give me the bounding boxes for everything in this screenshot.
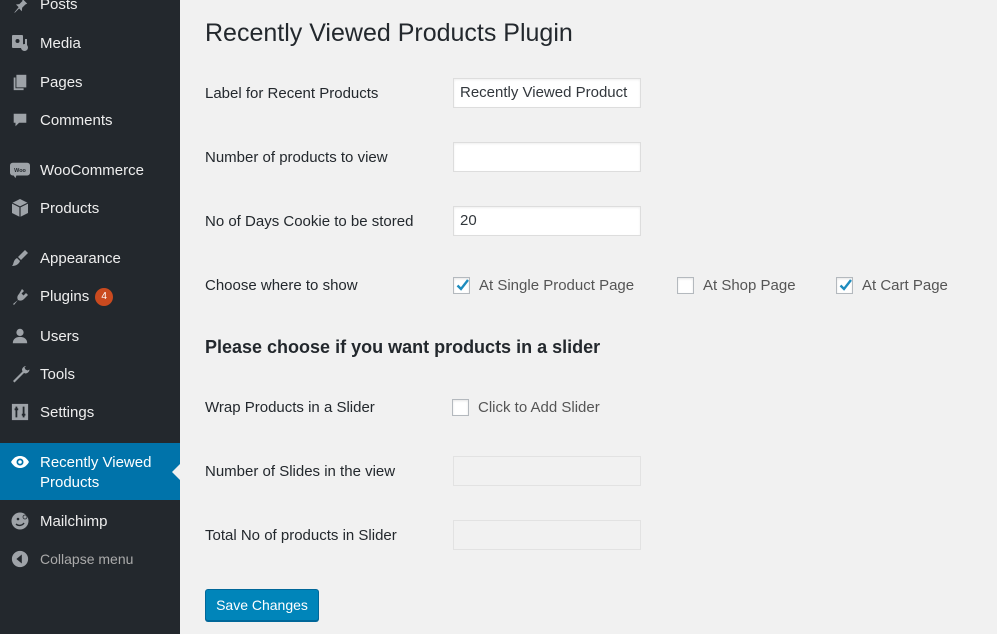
cookie-days-input[interactable]: 20: [453, 206, 641, 236]
checkbox-box[interactable]: [836, 277, 853, 294]
products-icon: [10, 198, 30, 218]
checkbox-box[interactable]: [453, 277, 470, 294]
collapse-menu-button[interactable]: Collapse menu: [0, 545, 180, 573]
num-products-label: Number of products to view: [205, 149, 388, 166]
page-title: Recently Viewed Products Plugin: [205, 19, 573, 47]
sidebar-item-settings[interactable]: Settings: [0, 398, 180, 426]
sidebar-item-label: Pages: [40, 73, 83, 91]
single-product-page-checkbox[interactable]: At Single Product Page: [453, 277, 634, 294]
sidebar-item-tools[interactable]: Tools: [0, 360, 180, 388]
eye-icon: [10, 452, 30, 472]
checkbox-box[interactable]: [677, 277, 694, 294]
cookie-days-label: No of Days Cookie to be stored: [205, 213, 414, 230]
svg-text:Woo: Woo: [14, 168, 26, 174]
where-show-label: Choose where to show: [205, 277, 358, 294]
admin-sidebar: Posts Media Pages Comments Woo WooCommer…: [0, 0, 180, 634]
checkbox-label: Click to Add Slider: [478, 399, 600, 416]
wrap-slider-label: Wrap Products in a Slider: [205, 399, 375, 416]
update-count-badge: 4: [95, 288, 114, 306]
pages-icon: [10, 72, 30, 92]
slides-in-view-input[interactable]: [453, 456, 641, 486]
sidebar-item-label: Appearance: [40, 249, 121, 267]
plugins-icon: [10, 287, 30, 307]
label-recent-products-input[interactable]: Recently Viewed Product: [453, 78, 641, 108]
settings-icon: [10, 402, 30, 422]
sidebar-item-label: WooCommerce: [40, 161, 144, 179]
shop-page-checkbox[interactable]: At Shop Page: [677, 277, 796, 294]
woocommerce-icon: Woo: [10, 160, 30, 180]
tools-icon: [10, 364, 30, 384]
total-in-slider-label: Total No of products in Slider: [205, 527, 397, 544]
checkbox-box[interactable]: [452, 399, 469, 416]
sidebar-item-label: Users: [40, 327, 80, 345]
sidebar-item-recently-viewed-products[interactable]: Recently Viewed Products: [0, 443, 180, 500]
sidebar-item-media[interactable]: Media: [0, 29, 180, 57]
checkbox-label: At Cart Page: [862, 277, 948, 294]
collapse-icon: [10, 549, 30, 569]
sidebar-item-label: Tools: [40, 365, 76, 383]
sidebar-item-label: Posts: [40, 0, 78, 13]
label-recent-products-label: Label for Recent Products: [205, 85, 379, 102]
num-products-input[interactable]: [453, 142, 641, 172]
checkmark-icon: [456, 279, 469, 291]
appearance-icon: [10, 248, 30, 268]
sidebar-item-label: Settings: [40, 403, 95, 421]
cart-page-checkbox[interactable]: At Cart Page: [836, 277, 948, 294]
checkbox-label: At Shop Page: [703, 277, 796, 294]
checkbox-label: At Single Product Page: [479, 277, 635, 294]
slider-section-heading: Please choose if you want products in a …: [205, 337, 601, 357]
sidebar-item-appearance[interactable]: Appearance: [0, 244, 180, 272]
save-changes-button[interactable]: Save Changes: [205, 589, 319, 621]
sidebar-item-label: Plugins 4: [40, 288, 114, 306]
sidebar-item-mailchimp[interactable]: Mailchimp: [0, 507, 180, 535]
sidebar-item-users[interactable]: Users: [0, 322, 180, 350]
sidebar-item-label: Products: [40, 199, 100, 217]
sidebar-item-label: Comments: [40, 111, 113, 129]
sidebar-item-plugins[interactable]: Plugins 4: [0, 283, 180, 311]
pin-icon: [10, 0, 30, 14]
sidebar-item-label: Collapse menu: [40, 551, 134, 567]
users-icon: [10, 326, 30, 346]
checkmark-icon: [839, 279, 852, 291]
slides-in-view-label: Number of Slides in the view: [205, 463, 396, 480]
sidebar-item-comments[interactable]: Comments: [0, 106, 180, 134]
add-slider-checkbox[interactable]: Click to Add Slider: [452, 399, 600, 416]
mailchimp-icon: [10, 511, 30, 531]
sidebar-item-label: Recently Viewed Products: [40, 454, 152, 491]
sidebar-item-label: Media: [40, 34, 81, 52]
media-icon: [10, 33, 30, 53]
sidebar-item-posts[interactable]: Posts: [0, 0, 180, 16]
sidebar-item-products[interactable]: Products: [0, 194, 180, 222]
total-in-slider-input[interactable]: [453, 520, 641, 550]
sidebar-item-pages[interactable]: Pages: [0, 68, 180, 96]
comments-icon: [10, 110, 30, 130]
sidebar-item-woocommerce[interactable]: Woo WooCommerce: [0, 156, 180, 184]
sidebar-item-label: Mailchimp: [40, 512, 108, 530]
